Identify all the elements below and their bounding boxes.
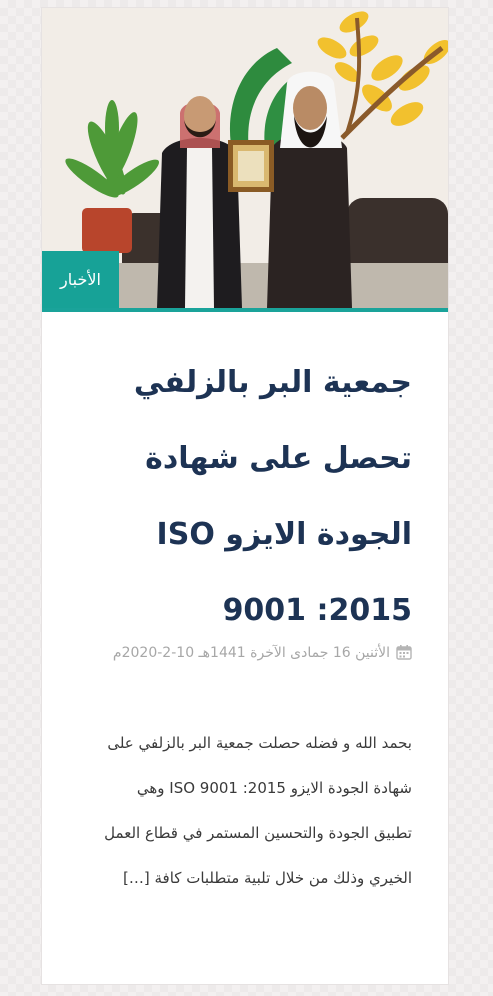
post-excerpt: بحمد الله و فضله حصلت جمعية البر بالزلفي…	[104, 734, 412, 887]
post-title[interactable]: جمعية البر بالزلفي تحصل على شهادة الجودة…	[112, 345, 412, 649]
post-card: الأخبار جمعية البر بالزلفي تحصل على شهاد…	[41, 7, 449, 985]
calendar-icon	[396, 641, 412, 671]
category-tag[interactable]: الأخبار	[42, 251, 119, 308]
post-featured-image[interactable]: الأخبار	[42, 8, 448, 308]
post-date-text: الأثنين 16 جمادى الآخرة 1441هـ 10-2-2020…	[112, 645, 390, 661]
image-accent-bar	[42, 308, 448, 312]
post-date: الأثنين 16 جمادى الآخرة 1441هـ 10-2-2020…	[112, 638, 412, 671]
